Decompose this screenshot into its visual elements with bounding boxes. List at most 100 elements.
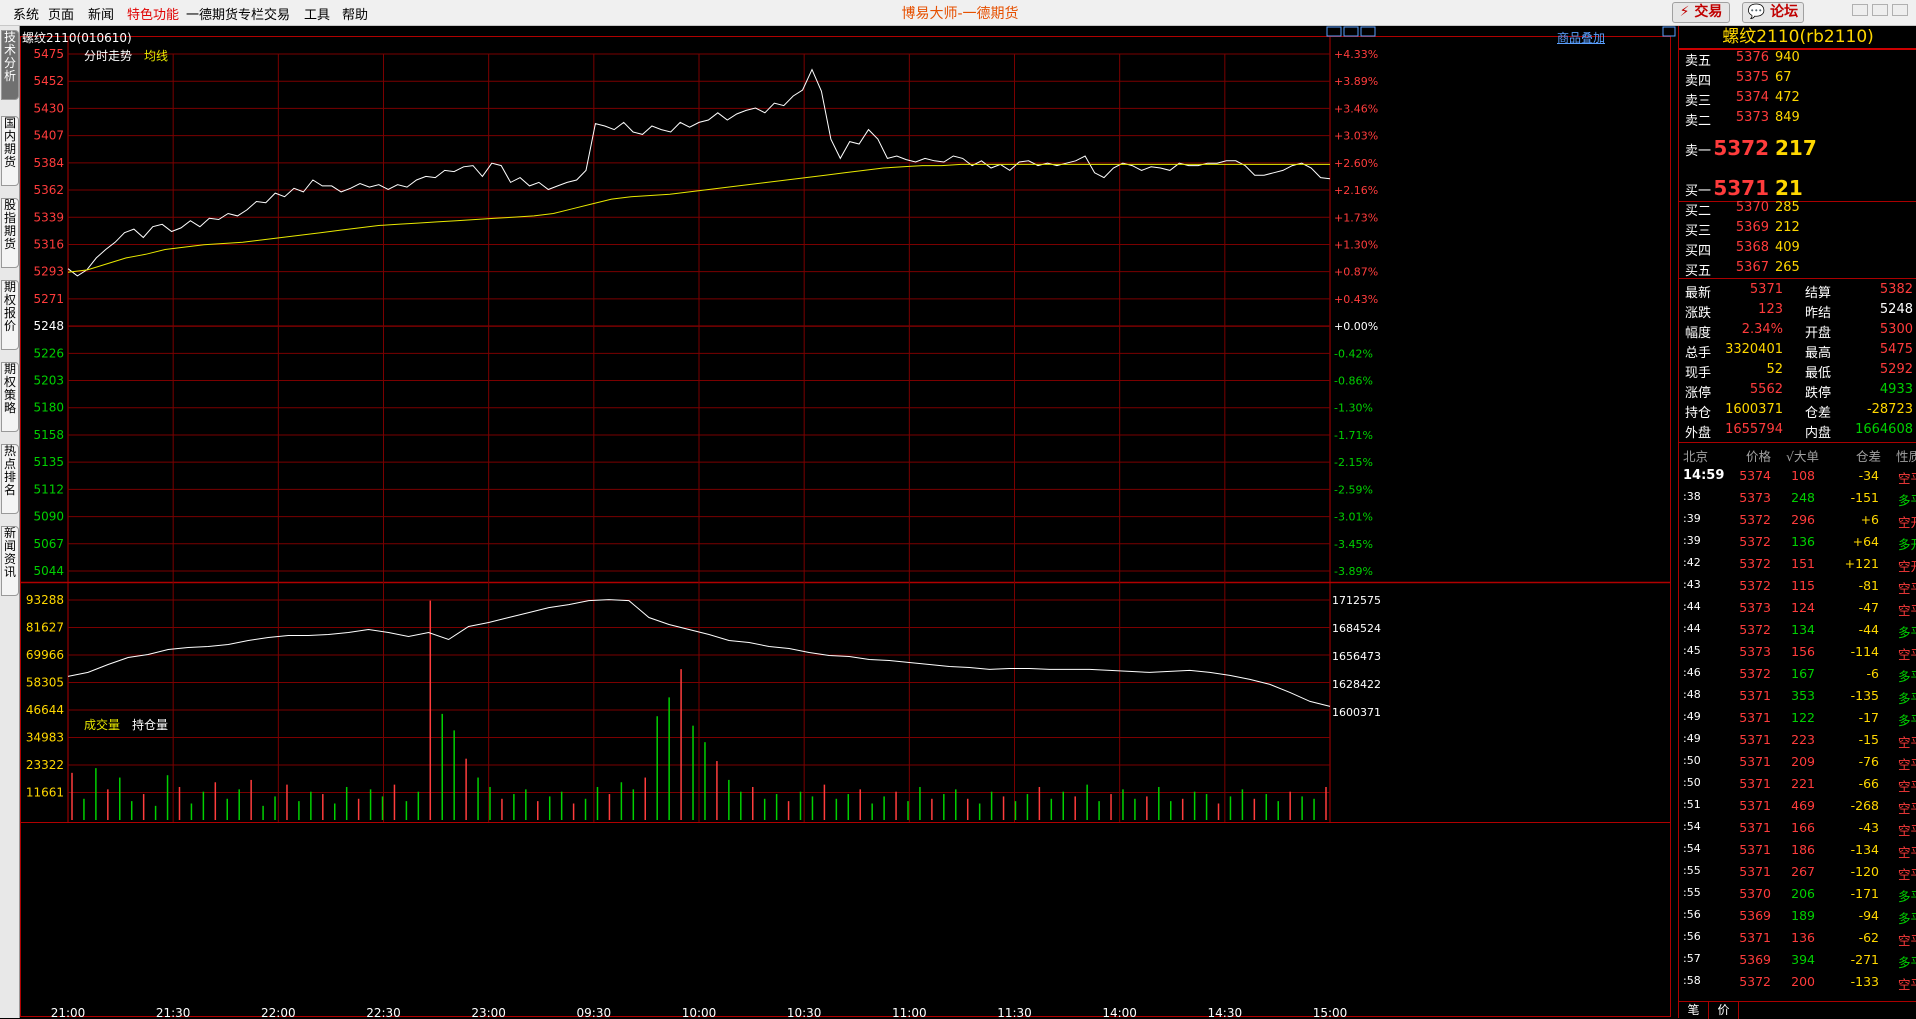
- menu-page[interactable]: 页面: [48, 4, 74, 23]
- trade-time: 14:59: [1683, 468, 1725, 483]
- trade-oi-change: -43: [1858, 820, 1879, 835]
- percent-tick-label: -3.01%: [1334, 511, 1373, 524]
- percent-tick-label: +3.03%: [1334, 130, 1378, 143]
- trade-price: 5371: [1739, 732, 1771, 747]
- quote-panel: 螺纹2110(rb2110) 卖五 5376 940 卖四 5375 67 卖三 5374 47…: [1678, 26, 1916, 1019]
- volume-tick-label: 11661: [26, 786, 64, 800]
- trade-time: :56: [1683, 908, 1701, 921]
- percent-tick-label: +1.73%: [1334, 211, 1378, 224]
- ask-price: 5375: [1735, 70, 1769, 85]
- bid-volume: 212: [1775, 220, 1800, 235]
- trade-volume: 134: [1791, 622, 1815, 637]
- trade-time: :51: [1683, 798, 1701, 811]
- trade-oi-change: -15: [1858, 732, 1879, 747]
- ask-row-4: 卖四 5375 67: [1679, 70, 1916, 90]
- percent-tick-label: +3.46%: [1334, 102, 1378, 115]
- trade-header-cell: 价格: [1745, 449, 1771, 464]
- ask-label: 卖四: [1685, 74, 1712, 89]
- price-tick-label: 5407: [33, 129, 64, 143]
- trade-time: :46: [1683, 666, 1701, 679]
- symbol-label: 螺纹2110(010610): [22, 31, 132, 45]
- trade-header-cell: 性质: [1895, 449, 1916, 464]
- percent-tick-label: +0.43%: [1334, 293, 1378, 306]
- stat-row: 外盘 1655794 内盘 1664608: [1679, 422, 1916, 442]
- trade-time: :54: [1683, 820, 1701, 833]
- stat-label: 现手: [1685, 366, 1712, 381]
- trade-row: :51 5371 469 -268 空平: [1679, 796, 1916, 818]
- percent-tick-label: +3.89%: [1334, 75, 1378, 88]
- trade-row: :46 5372 167 -6 多平: [1679, 664, 1916, 686]
- overlay-link[interactable]: 商品叠加: [1557, 29, 1605, 46]
- menu-special[interactable]: 特色功能: [127, 4, 179, 23]
- trade-oi-change: +6: [1860, 512, 1879, 527]
- stat-label: 持仓: [1685, 406, 1712, 421]
- menu-yide-column[interactable]: 一德期货专栏: [186, 4, 264, 23]
- trade-row: :56 5371 136 -62 空平: [1679, 928, 1916, 950]
- stat-label: 跌停: [1805, 386, 1832, 401]
- close-icon[interactable]: [1892, 4, 1908, 16]
- trade-nature: 空平: [1897, 735, 1916, 750]
- bid-volume: 265: [1775, 260, 1800, 275]
- trade-button[interactable]: ⚡ 交易: [1672, 2, 1730, 23]
- volume-tick-label: 23322: [26, 758, 64, 772]
- side-tab-domestic-futures[interactable]: 国内期货: [1, 116, 19, 186]
- menu-help[interactable]: 帮助: [342, 4, 368, 23]
- bid-price: 5371: [1713, 176, 1769, 200]
- trade-time: :39: [1683, 512, 1701, 525]
- time-tick-label: 22:00: [261, 1006, 296, 1018]
- trade-price: 5371: [1739, 798, 1771, 813]
- intraday-chart[interactable]: 21:00 21:30 22:00 22:30 23:00 09:30 10:00 10:30…: [20, 26, 1678, 1018]
- trade-row: :54 5371 166 -43 空平: [1679, 818, 1916, 840]
- oi-tick-label: 1600371: [1332, 706, 1381, 719]
- trade-oi-change: -17: [1858, 710, 1879, 725]
- bid-price: 5370: [1735, 200, 1769, 215]
- ask-volume: 67: [1775, 70, 1792, 85]
- ask-row-1: 卖一 5372 217: [1679, 134, 1916, 162]
- ask-row-3: 卖三 5374 472: [1679, 90, 1916, 110]
- stat-label: 幅度: [1685, 326, 1712, 341]
- trade-oi-change: -133: [1850, 974, 1879, 989]
- trade-volume: 166: [1791, 820, 1815, 835]
- trade-volume: 267: [1791, 864, 1815, 879]
- menu-tools[interactable]: 工具: [304, 4, 330, 23]
- side-tab-news[interactable]: 新闻资讯: [1, 526, 19, 596]
- side-tab-option-strategy[interactable]: 期权策略: [1, 362, 19, 432]
- stat-row: 现手 52 最低 5292: [1679, 362, 1916, 382]
- app-title: 博易大师-一德期货: [901, 6, 1019, 22]
- price-tick-label: 5112: [33, 482, 64, 496]
- percent-tick-label: -2.15%: [1334, 456, 1373, 469]
- side-tab-technical[interactable]: 技术分析: [1, 30, 19, 100]
- menu-system[interactable]: 系统: [13, 4, 39, 23]
- legend-price: 分时走势: [84, 49, 133, 63]
- trade-volume: 221: [1791, 776, 1815, 791]
- stat-label: 最新: [1685, 286, 1712, 301]
- trade-row: :44 5373 124 -47 空平: [1679, 598, 1916, 620]
- trade-price: 5371: [1739, 842, 1771, 857]
- maximize-icon[interactable]: [1872, 4, 1888, 16]
- trade-row: :58 5372 200 -133 空平: [1679, 972, 1916, 994]
- bid-price: 5368: [1735, 240, 1769, 255]
- trade-oi-change: -6: [1866, 666, 1879, 681]
- trade-price: 5371: [1739, 776, 1771, 791]
- price-tick-label: 5362: [33, 183, 64, 197]
- menu-trade[interactable]: 交易: [264, 4, 290, 23]
- forum-button[interactable]: 💬 论坛: [1742, 2, 1804, 23]
- side-tab-hot-ranking[interactable]: 热点排名: [1, 444, 19, 514]
- menu-news[interactable]: 新闻: [88, 4, 114, 23]
- tab-ticks[interactable]: 笔: [1679, 1002, 1709, 1019]
- trade-nature: 多开: [1897, 537, 1916, 552]
- trade-row: :44 5372 134 -44 多平: [1679, 620, 1916, 642]
- time-tick-label: 21:30: [156, 1006, 191, 1018]
- trade-price: 5371: [1739, 930, 1771, 945]
- trade-time: :48: [1683, 688, 1701, 701]
- side-tab-index-futures[interactable]: 股指期货: [1, 198, 19, 268]
- stat-row: 持仓 1600371 仓差 -28723: [1679, 402, 1916, 422]
- tab-price[interactable]: 价: [1709, 1002, 1739, 1019]
- trade-nature: 多平: [1897, 955, 1916, 970]
- minimize-icon[interactable]: [1852, 4, 1868, 16]
- price-tick-label: 5316: [33, 237, 64, 251]
- side-tab-option-quotes[interactable]: 期权报价: [1, 280, 19, 350]
- percent-tick-label: -3.45%: [1334, 538, 1373, 551]
- price-tick-label: 5158: [33, 428, 64, 442]
- trade-time: :39: [1683, 534, 1701, 547]
